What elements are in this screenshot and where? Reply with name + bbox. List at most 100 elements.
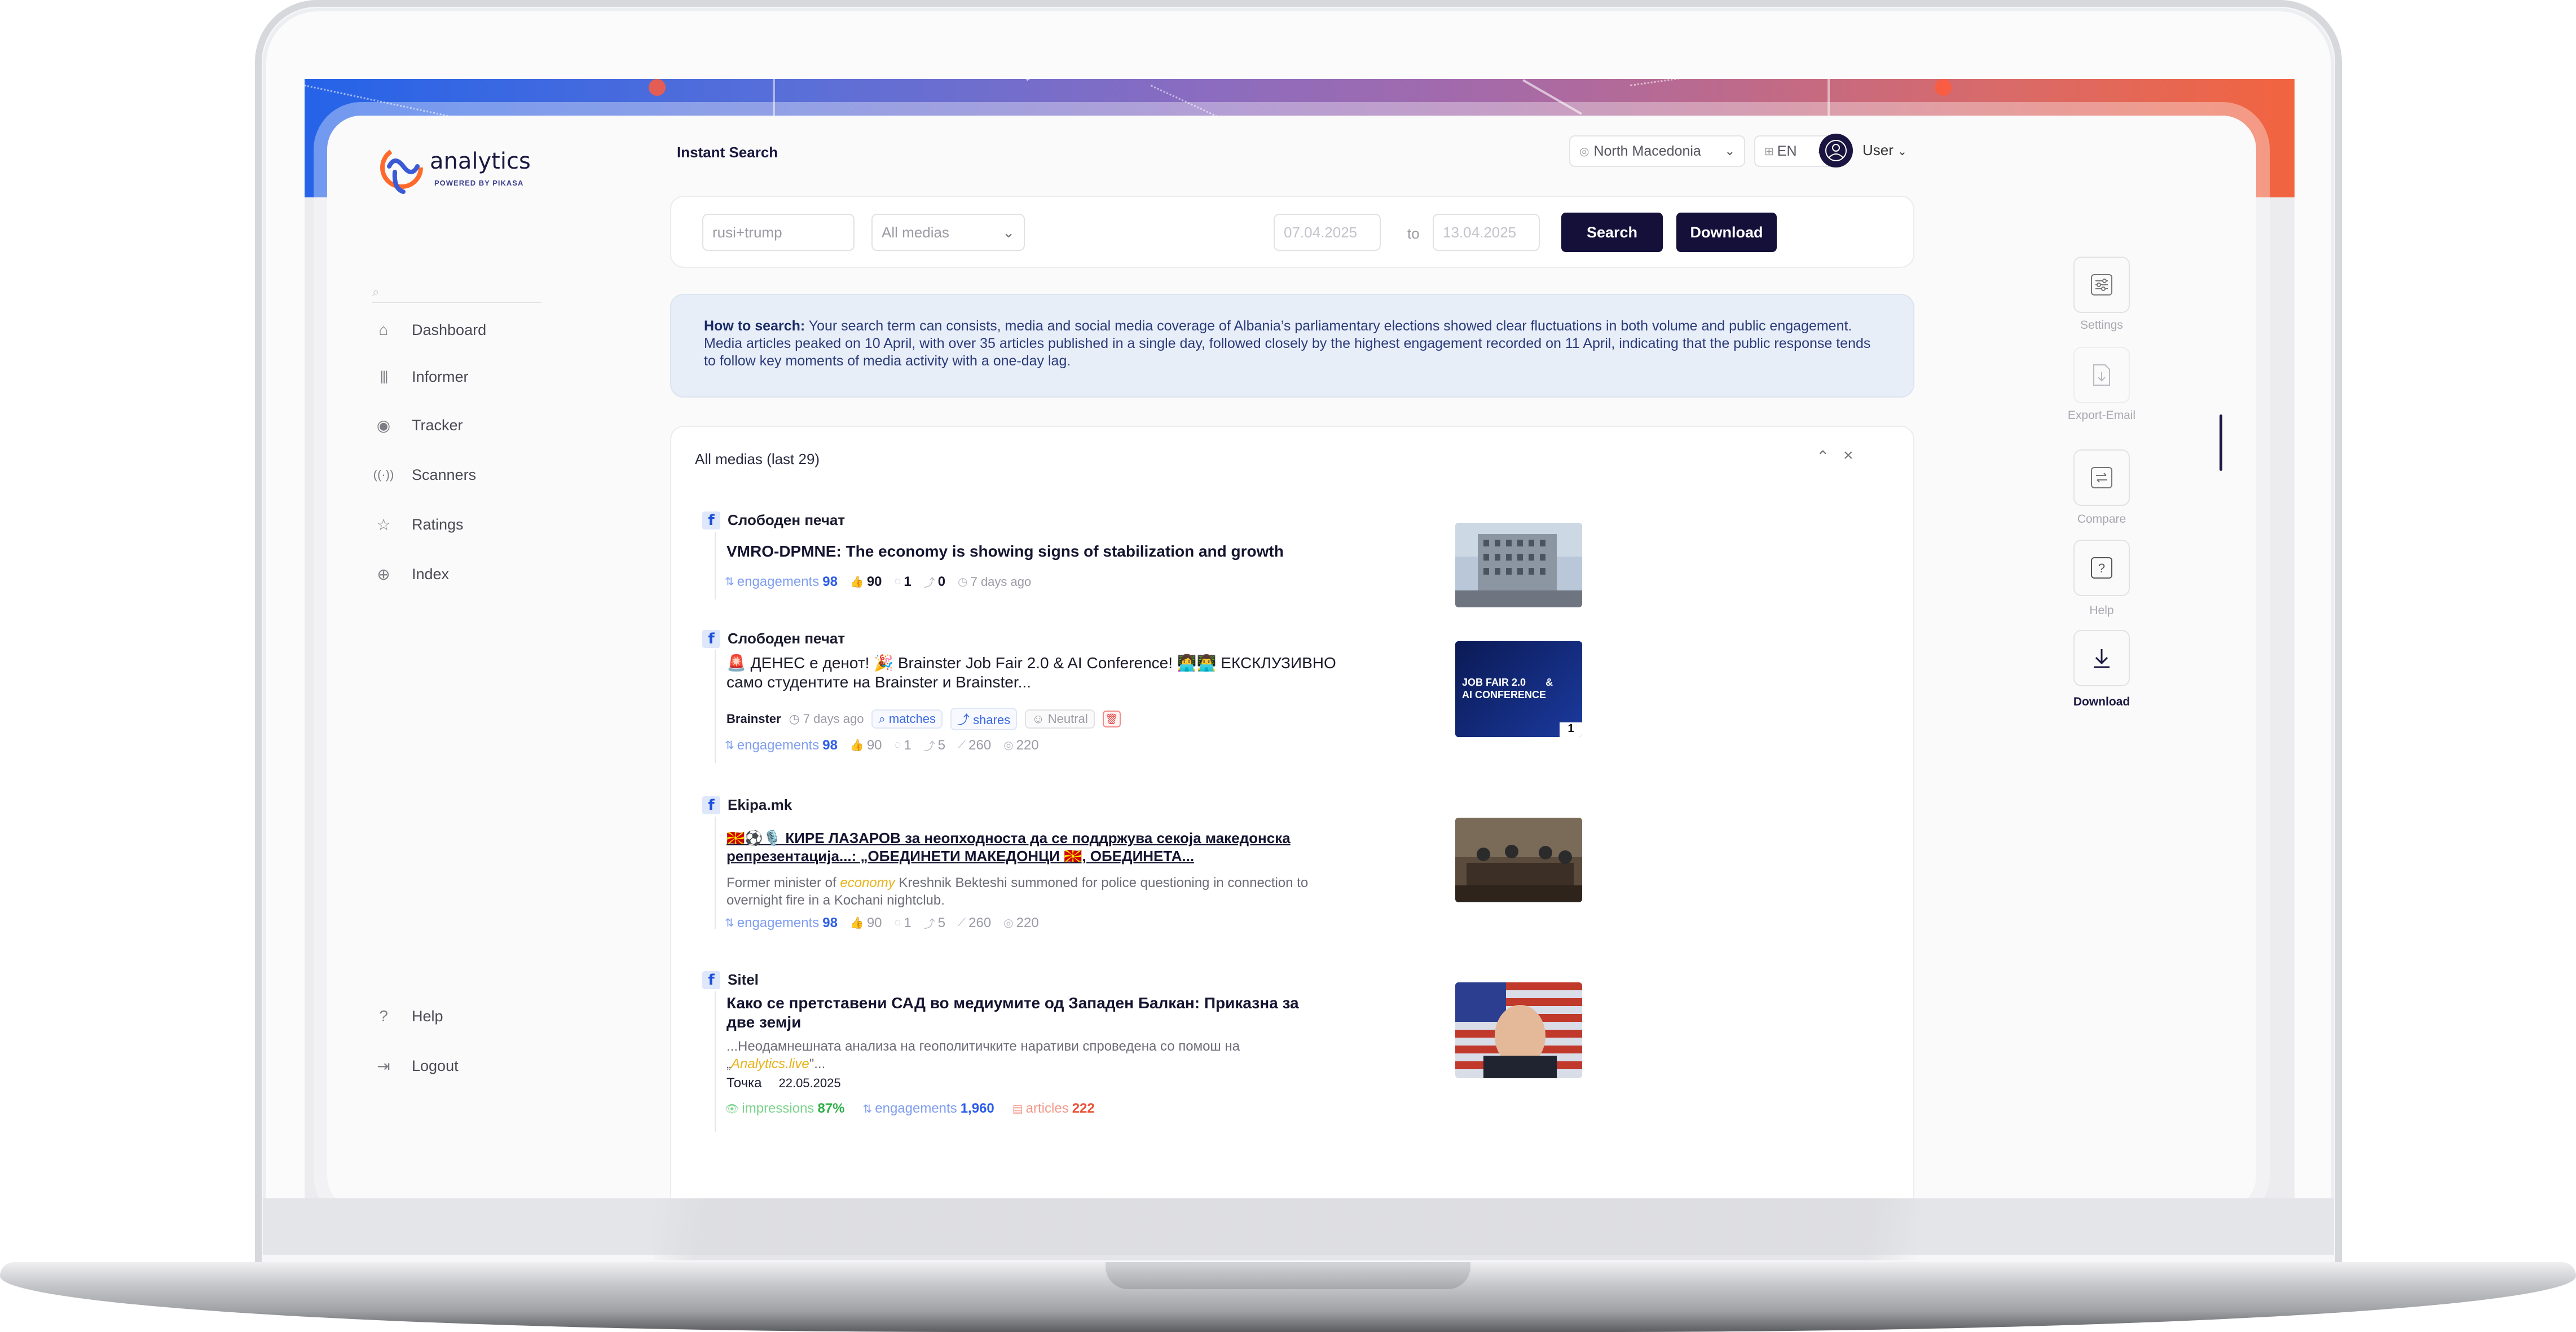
sidebar-item-label: Dashboard xyxy=(412,321,487,338)
compare-button[interactable] xyxy=(2073,449,2130,506)
post-thumbnail[interactable] xyxy=(1455,818,1582,902)
user-icon xyxy=(1825,140,1847,161)
globe-icon: ◎ xyxy=(1579,145,1589,158)
sidebar-item-informer[interactable]: ||| Informer xyxy=(372,363,553,391)
date-to-value: 13.04.2025 xyxy=(1443,223,1517,241)
search-input[interactable]: rusi+trump xyxy=(702,214,855,251)
result-item[interactable]: f Слободен печат VMRO-DPMNE: The economy… xyxy=(702,511,1582,607)
share-icon: ⤴ xyxy=(923,577,935,589)
delete-icon[interactable]: 🗑 xyxy=(1102,711,1121,727)
download-button[interactable]: Download xyxy=(1676,213,1777,252)
matches-chip[interactable]: ⌕ matches xyxy=(871,709,943,729)
svg-text:?: ? xyxy=(2098,561,2105,575)
share-icon: ⤴ xyxy=(923,918,935,930)
sidebar-item-label: Tracker xyxy=(412,416,463,434)
sidebar-item-label: Scanners xyxy=(412,466,477,483)
media-select[interactable]: All medias ⌄ xyxy=(871,214,1025,251)
logo-tagline: POWERED BY PIKASA xyxy=(434,179,524,187)
facebook-icon: f xyxy=(702,511,720,530)
sidebar-search[interactable]: ⌕ xyxy=(372,285,541,303)
post-metrics: ⇅ engagements 98 👍 90 ◌ 1 ⤴ 0 ◷ 7 days ago xyxy=(725,574,1032,590)
date-from-field[interactable]: 07.04.2025 xyxy=(1274,214,1381,251)
date-from-value: 07.04.2025 xyxy=(1284,223,1358,241)
saves-icon: ◎ xyxy=(1003,917,1014,929)
info-label: How to search: xyxy=(704,318,805,334)
media-select-value: All medias xyxy=(882,223,949,241)
engagement-icon: ⇅ xyxy=(725,739,734,752)
settings-label: Settings xyxy=(2080,319,2123,332)
help-icon: ? xyxy=(2091,557,2112,579)
user-avatar[interactable] xyxy=(1819,134,1853,167)
chevron-down-icon: ⌄ xyxy=(1897,145,1907,158)
country-select[interactable]: ◎ North Macedonia ⌄ xyxy=(1569,135,1745,167)
export-email-button[interactable] xyxy=(2073,347,2130,403)
download-rail-button[interactable] xyxy=(2073,630,2130,686)
result-item[interactable]: f Sitel Како се претставени САД во медиу… xyxy=(702,971,1582,1135)
thumb-caption: JOB FAIR 2.0 & AI CONFERENCE xyxy=(1462,677,1553,700)
articles-icon: ▤ xyxy=(1012,1102,1023,1115)
result-item[interactable]: f Слободен печат 🚨 ДЕНЕС е денот! 🎉 Brai… xyxy=(702,630,1582,765)
post-source: Слободен печат xyxy=(728,511,846,528)
engagement-icon: ⇅ xyxy=(862,1102,873,1115)
search-button[interactable]: Search xyxy=(1561,213,1663,252)
shares-chip[interactable]: ⤴ shares xyxy=(950,708,1018,730)
sidebar-item-dashboard[interactable]: ⌂ Dashboard xyxy=(372,316,553,344)
eye-icon: 👁 xyxy=(725,1102,739,1115)
bar-chart-icon: ||| xyxy=(380,369,389,384)
result-item[interactable]: f Ekipa.mk 🇲🇰⚽🎙️ КИРЕ ЛАЗАРОВ за неопход… xyxy=(702,796,1582,932)
post-thumbnail[interactable] xyxy=(1455,982,1582,1078)
compare-label: Compare xyxy=(2077,513,2126,526)
post-headline[interactable]: 🇲🇰⚽🎙️ КИРЕ ЛАЗАРОВ за неопходноста да се… xyxy=(726,829,1364,865)
post-thumbnail[interactable] xyxy=(1455,523,1582,607)
views-icon: ⟋ xyxy=(958,916,966,929)
close-icon[interactable]: × xyxy=(1843,446,1853,465)
help-button[interactable]: ? xyxy=(2073,540,2130,596)
home-icon: ⌂ xyxy=(378,321,389,338)
chevron-down-icon: ⌄ xyxy=(1724,144,1735,158)
engagement-icon: ⇅ xyxy=(725,917,734,929)
portrait-flag-image xyxy=(1455,982,1582,1078)
post-thumbnail[interactable]: JOB FAIR 2.0 & AI CONFERENCE 1 xyxy=(1455,641,1582,737)
logo[interactable]: analytics POWERED BY PIKASA xyxy=(378,144,547,200)
scroll-indicator[interactable] xyxy=(2220,414,2222,471)
sidebar-item-help[interactable]: ? Help xyxy=(372,1002,553,1030)
sidebar-item-label: Logout xyxy=(412,1057,459,1074)
post-headline[interactable]: Како се претставени САД во медиумите од … xyxy=(726,994,1313,1032)
sidebar-item-scanners[interactable]: ((·)) Scanners xyxy=(372,461,553,489)
user-name: User xyxy=(1862,142,1894,158)
sidebar-item-index[interactable]: ⊕ Index xyxy=(372,560,553,588)
user-menu[interactable]: User ⌄ xyxy=(1862,142,1907,159)
settings-button[interactable] xyxy=(2073,257,2130,313)
engagement-icon: ⇅ xyxy=(725,576,734,588)
sidebar-item-label: Help xyxy=(412,1007,443,1025)
download-label: Download xyxy=(2073,695,2130,708)
screen: analytics POWERED BY PIKASA Instant Sear… xyxy=(305,79,2295,1198)
post-meta: Точка 22.05.2025 xyxy=(726,1075,841,1091)
compare-icon xyxy=(2091,467,2112,488)
like-icon: 👍 xyxy=(849,917,864,929)
how-to-search-info: How to search: Your search term can cons… xyxy=(670,294,1914,398)
page-title: Instant Search xyxy=(677,144,778,161)
app-window: analytics POWERED BY PIKASA Instant Sear… xyxy=(327,116,2256,1198)
post-headline[interactable]: VMRO-DPMNE: The economy is showing signs… xyxy=(726,542,1284,561)
comment-icon: ◌ xyxy=(894,916,901,929)
clock-icon: ◷ xyxy=(789,712,800,726)
sidebar-item-tracker[interactable]: ◉ Tracker xyxy=(372,411,553,439)
export-email-label: Export-Email xyxy=(2067,409,2136,422)
date-to-field[interactable]: 13.04.2025 xyxy=(1433,214,1540,251)
sliders-icon xyxy=(2091,274,2112,295)
post-source: Sitel xyxy=(728,971,759,988)
date-range-separator: to xyxy=(1407,225,1420,242)
laptop-hinge xyxy=(654,1198,1918,1260)
file-download-icon xyxy=(2093,364,2110,386)
logout-icon: ⇥ xyxy=(377,1057,390,1075)
post-headline[interactable]: 🚨 ДЕНЕС е денот! 🎉 Brainster Job Fair 2.… xyxy=(726,654,1364,692)
post-source: Слободен печат xyxy=(728,630,846,647)
sidebar-item-ratings[interactable]: ☆ Ratings xyxy=(372,510,553,539)
sidebar-item-logout[interactable]: ⇥ Logout xyxy=(372,1052,553,1080)
views-icon: ⟋ xyxy=(958,739,966,751)
help-circle-icon: ? xyxy=(379,1007,388,1025)
chevron-up-icon[interactable]: ⌃ xyxy=(1816,447,1829,466)
image-count: 1 xyxy=(1560,722,1582,737)
sentiment-chip[interactable]: ☺ Neutral xyxy=(1025,709,1095,729)
